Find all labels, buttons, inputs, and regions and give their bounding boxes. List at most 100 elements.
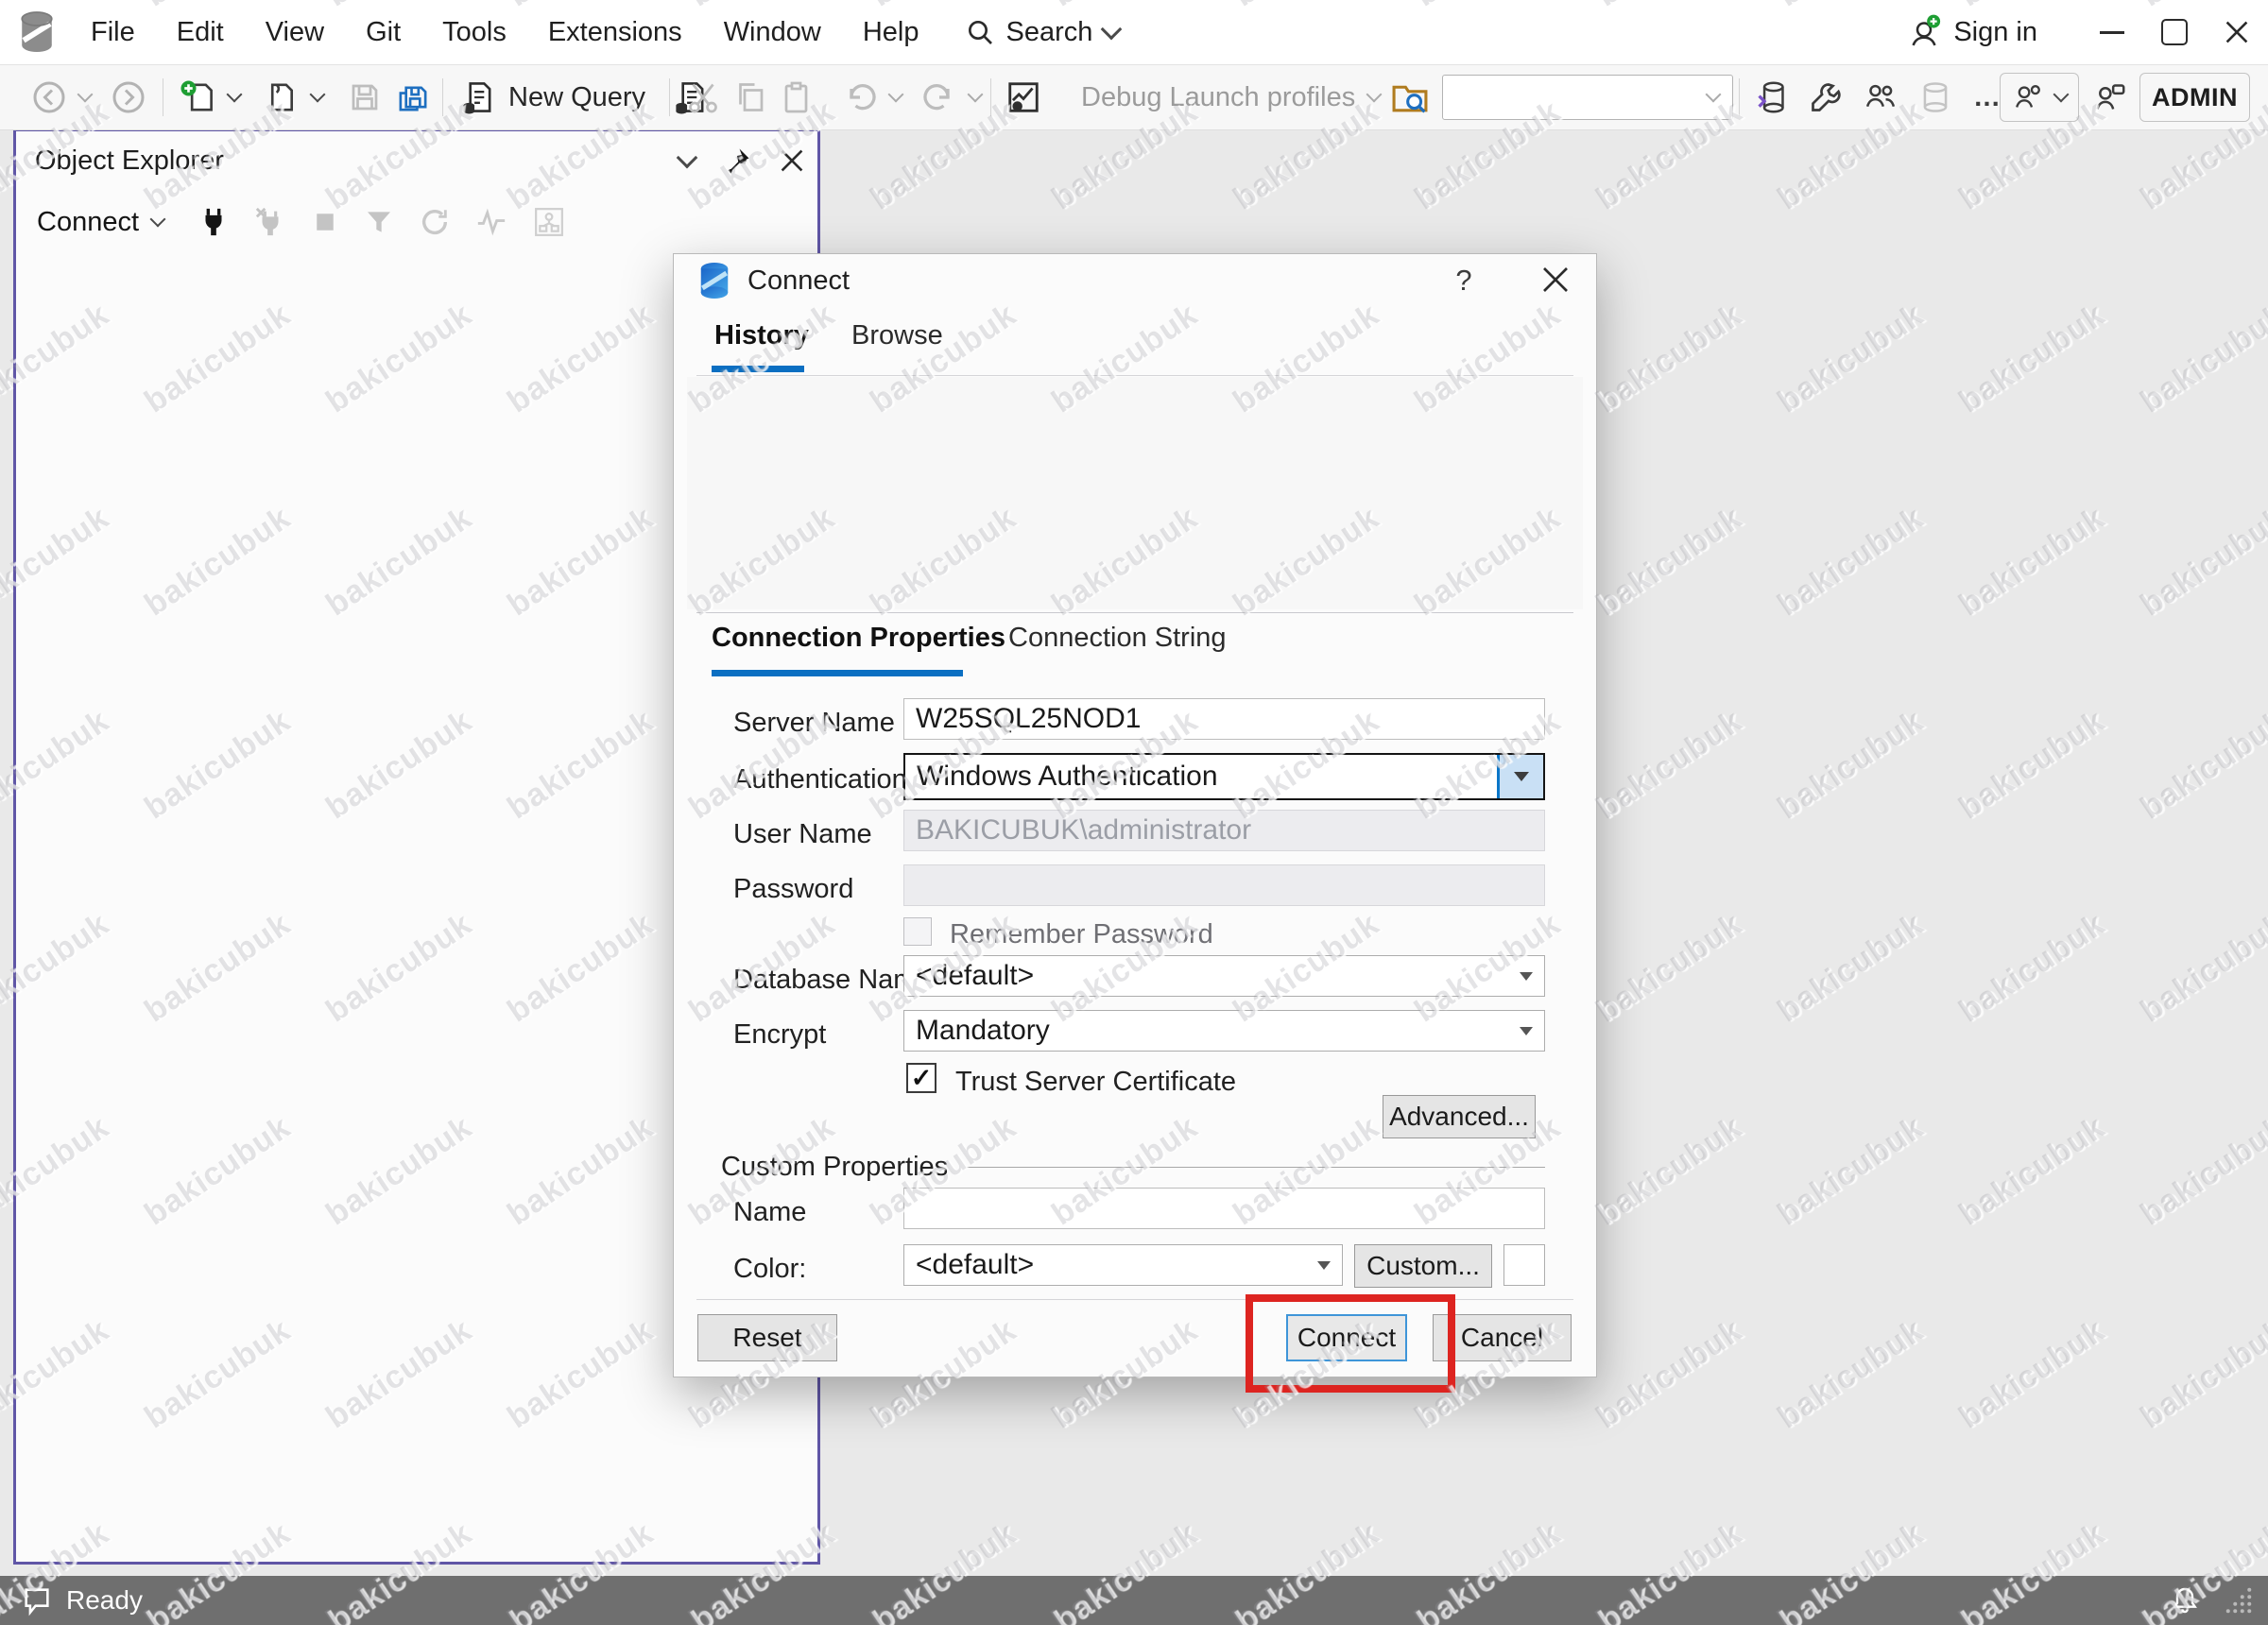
connect-dropdown-label: Connect [37,206,140,237]
feedback-bubble-icon[interactable] [21,1584,53,1616]
search-control[interactable]: Search [965,17,1123,48]
encrypt-combobox[interactable]: Mandatory [903,1010,1545,1052]
authentication-combobox[interactable]: Windows Authentication [903,753,1545,800]
cut-icon[interactable] [686,80,720,114]
chevron-down-icon[interactable] [887,86,904,103]
navigate-back-icon[interactable] [32,80,66,114]
redo-icon[interactable] [922,80,956,114]
undo-icon[interactable] [843,80,877,114]
refresh-icon[interactable] [419,206,451,238]
users-icon[interactable] [1864,80,1898,114]
chevron-down-icon[interactable] [77,86,94,103]
help-button[interactable]: ? [1443,264,1485,298]
resize-grip[interactable] [2225,1586,2253,1615]
remember-password-checkbox[interactable] [903,917,932,946]
wrench-icon[interactable] [1809,80,1843,114]
user-presence-dropdown[interactable] [2000,73,2079,122]
database-disabled-icon[interactable] [1918,80,1952,114]
menu-window[interactable]: Window [703,0,842,64]
paste-icon[interactable] [781,80,815,114]
toolbar-separator [990,78,991,116]
toolbar-overflow-button[interactable]: … [1973,82,2001,113]
chevron-down-icon[interactable] [226,86,243,103]
custom-color-button[interactable]: Custom... [1354,1244,1492,1288]
history-list[interactable] [687,377,1583,609]
custom-name-input[interactable] [903,1188,1545,1229]
new-query-button[interactable]: New Query [508,82,645,113]
monitor-chart-icon[interactable] [1005,79,1041,115]
menu-help[interactable]: Help [842,0,940,64]
search-object-group [1391,65,1733,129]
server-name-input[interactable] [903,698,1545,740]
authentication-dropdown-button[interactable] [1497,755,1543,798]
watermark-text: bakicubuk [2134,702,2268,827]
close-panel-icon[interactable] [780,148,804,173]
diagram-icon[interactable] [532,205,566,239]
notifications-bell-icon[interactable] [2170,1585,2200,1616]
checkmark-icon: ✓ [910,1063,933,1092]
connect-dialog: Connect ? History Browse Connection Prop… [673,253,1597,1377]
color-label: Color: [733,1254,807,1284]
chevron-down-icon[interactable] [309,86,326,103]
connect-dropdown-button[interactable]: Connect [37,206,166,238]
advanced-button[interactable]: Advanced... [1383,1095,1536,1138]
menu-edit[interactable]: Edit [156,0,245,64]
menu-view[interactable]: View [245,0,345,64]
new-query-file-icon[interactable] [180,79,215,115]
debug-group: Debug Launch profiles [1005,65,1383,129]
status-bar: Ready [0,1576,2268,1625]
maximize-button[interactable] [2143,0,2206,64]
open-file-icon[interactable] [263,79,299,115]
menu-file[interactable]: File [70,0,156,64]
new-query-icon[interactable] [459,79,495,115]
dialog-close-button[interactable] [1541,265,1570,294]
watermark-text: bakicubuk [1589,1108,1749,1233]
encrypt-value: Mandatory [916,1015,1050,1046]
copy-icon[interactable] [733,80,767,114]
menu-tools[interactable]: Tools [421,0,527,64]
watermark-text: bakicubuk [1952,1108,2112,1233]
tab-browse[interactable]: Browse [851,320,943,351]
activity-monitor-icon[interactable] [475,206,507,238]
disconnect-plug-icon[interactable] [254,206,286,238]
tab-history[interactable]: History [714,320,809,351]
cancel-button-label: Cancel [1460,1323,1544,1352]
chevron-down-icon[interactable] [1366,86,1383,103]
debug-launch-profiles-dropdown[interactable]: Debug Launch profiles [1081,82,1355,113]
status-ready-label: Ready [66,1585,143,1615]
trust-server-certificate-label: Trust Server Certificate [955,1067,1237,1097]
stop-icon[interactable] [311,208,339,236]
close-button[interactable] [2206,0,2268,64]
tab-connection-string[interactable]: Connection String [1008,623,1227,654]
user-feedback-icon[interactable] [2092,80,2126,114]
trust-server-certificate-checkbox[interactable]: ✓ [906,1063,936,1093]
color-combobox[interactable]: <default> [903,1244,1343,1286]
layout-selector-button[interactable]: ADMIN [2139,73,2250,122]
navigate-forward-icon[interactable] [112,80,146,114]
reset-button[interactable]: Reset [697,1314,837,1361]
tab-connection-properties[interactable]: Connection Properties [712,623,1005,654]
connect-plug-icon[interactable] [198,206,230,238]
object-search-combobox[interactable] [1442,75,1733,120]
password-label: Password [733,874,854,904]
watermark-text: bakicubuk [1952,1311,2112,1436]
pin-icon[interactable] [723,146,751,175]
save-all-icon[interactable] [395,79,431,115]
watermark-text: bakicubuk [2134,1108,2268,1233]
database-project-icon[interactable] [1754,80,1788,114]
chevron-down-icon [149,211,166,228]
menu-git[interactable]: Git [345,0,421,64]
folder-search-icon[interactable] [1391,78,1429,116]
sign-in-button[interactable]: Sign in [1906,14,2037,50]
window-position-icon[interactable] [676,146,698,169]
database-name-combobox[interactable]: <default> [903,955,1545,997]
dropdown-arrow-icon [1520,971,1533,981]
user-name-label: User Name [733,819,872,849]
chevron-down-icon[interactable] [967,86,984,103]
minimize-button[interactable] [2081,0,2143,64]
menu-extensions[interactable]: Extensions [527,0,703,64]
server-name-label: Server Name [733,708,895,738]
filter-icon[interactable] [364,207,394,237]
toolbar-separator [442,78,443,116]
save-icon[interactable] [348,80,382,114]
